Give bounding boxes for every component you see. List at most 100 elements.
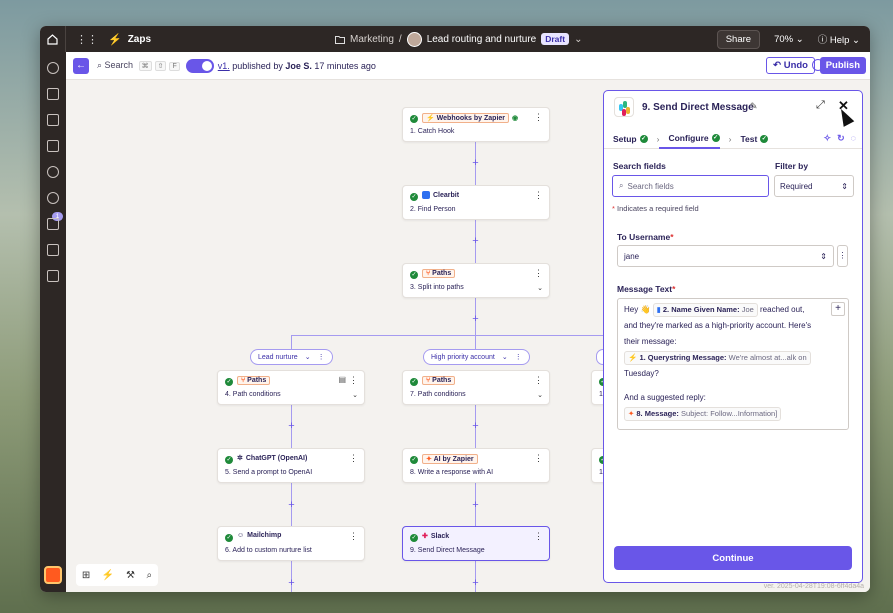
continue-button[interactable]: Continue (614, 546, 852, 570)
expand-icon[interactable]: ⤢ (816, 99, 825, 112)
add-step-plus[interactable]: + (470, 314, 481, 325)
tab-test[interactable]: Test ✓ (731, 129, 769, 149)
add-step-plus[interactable]: + (470, 578, 481, 589)
add-step-plus[interactable]: + (286, 421, 297, 432)
version-link[interactable]: v1. (218, 61, 230, 71)
search-icon[interactable]: ⌕ (147, 570, 153, 581)
message-text-editor[interactable]: + Hey 👋 ▮ 2. Name Given Name: Joe reache… (617, 298, 849, 430)
comment-icon[interactable] (47, 114, 59, 126)
canvas-search[interactable]: ⌕ Search ⌘ ⇧ F (97, 60, 180, 71)
tab-configure[interactable]: Configure ✓ (659, 129, 720, 149)
topbar-actions: Share 70% ⌄ ⓘ Help ⌄ (716, 26, 860, 52)
step-node[interactable]: ✓ ✦ AI by Zapier 8. Write a response wit… (402, 448, 550, 483)
path-label-high-priority[interactable]: High priority account ⌄ ⋮ (423, 349, 530, 365)
mapped-field-pill[interactable]: ⚡ 1. Querystring Message: We're almost a… (624, 351, 811, 365)
comment-icon[interactable]: ◌ (851, 133, 856, 144)
chevron-down-icon[interactable]: ⌄ (574, 34, 582, 45)
zoom-select[interactable]: 70% ⌄ (774, 34, 804, 45)
bug-icon[interactable] (47, 270, 59, 282)
zap-name[interactable]: Lead routing and nurture (427, 34, 537, 45)
versions-icon[interactable] (47, 244, 59, 256)
kebab-menu-icon[interactable]: ⋮ (349, 453, 358, 464)
kebab-menu-icon[interactable]: ⋮ (534, 190, 543, 201)
chevron-down-icon[interactable]: ⌄ (537, 391, 543, 399)
paths-icon: ⑂ (241, 377, 246, 384)
back-arrow-icon[interactable]: ← (73, 57, 89, 74)
check-icon: ✓ (225, 456, 233, 464)
chevron-down-icon[interactable]: ⌄ (502, 353, 508, 361)
insert-data-button[interactable]: + (831, 302, 845, 316)
history-icon[interactable] (47, 166, 59, 178)
folder-link[interactable]: Marketing (350, 34, 394, 45)
chevron-down-icon[interactable]: ⌄ (352, 391, 358, 399)
kebab-menu-icon[interactable]: ⋮ (534, 531, 543, 542)
edit-pencil-icon[interactable]: ✎ (750, 101, 758, 112)
step-app: ⚡ Webhooks by Zapier ◉ (422, 113, 518, 123)
templates-icon[interactable] (47, 62, 59, 74)
bolt-icon[interactable]: ⚡ (102, 570, 114, 581)
step-node[interactable]: ✓ ⚡ Webhooks by Zapier ◉ 1. Catch Hook ⋮ (402, 107, 550, 142)
field-options-kebab[interactable]: ⋮ (837, 245, 848, 267)
to-username-select[interactable]: jane ⇕ (617, 245, 834, 267)
settings-icon[interactable] (47, 218, 59, 230)
step-node[interactable]: ✓ ✲ ChatGPT (OpenAI) 5. Send a prompt to … (217, 448, 365, 483)
chevron-down-icon[interactable]: ⌄ (537, 284, 543, 292)
path-label-lead-nurture[interactable]: Lead nurture ⌄ ⋮ (250, 349, 333, 365)
step-node[interactable]: ✓ ⑂ Paths 7. Path conditions ⋮ ⌄ (402, 370, 550, 405)
kebab-menu-icon[interactable]: ⋮ (349, 375, 358, 386)
kebab-menu-icon[interactable]: ⋮ (534, 375, 543, 386)
step-node[interactable]: ✓ ⑂ Paths 3. Split into paths ⋮ ⌄ (402, 263, 550, 298)
kebab-menu-icon[interactable]: ⋮ (534, 268, 543, 279)
undo-button[interactable]: ↶ Undo (766, 57, 815, 74)
help-menu[interactable]: ⓘ Help ⌄ (818, 32, 860, 46)
message-text: Hey 👋 (624, 305, 651, 314)
slack-icon: ✚ (422, 533, 428, 540)
add-step-plus[interactable]: + (470, 158, 481, 169)
check-icon: ✓ (639, 134, 648, 143)
sparkle-icon[interactable]: ✧ (824, 133, 832, 144)
add-step-plus[interactable]: + (470, 236, 481, 247)
refresh-icon[interactable]: ↻ (837, 133, 845, 144)
mapped-field-pill[interactable]: ▮ 2. Name Given Name: Joe (652, 303, 758, 317)
kebab-menu-icon[interactable]: ⋮ (534, 453, 543, 464)
webhook-icon: ⚡ (426, 115, 435, 122)
published-by-text: published by (232, 60, 283, 71)
app-name[interactable]: Zaps (128, 34, 151, 45)
search-fields-input[interactable]: ⌕ Search fields (612, 175, 769, 197)
kebab-menu-icon[interactable]: ⋮ (318, 353, 325, 361)
kebab-menu-icon[interactable]: ⋮ (515, 353, 522, 361)
ai-copilot-icon[interactable] (44, 566, 62, 584)
add-step-plus[interactable]: + (286, 578, 297, 589)
add-step-plus[interactable]: + (470, 421, 481, 432)
wrench-icon[interactable]: ⚒ (126, 570, 135, 581)
app-grid-icon[interactable]: ⋮⋮ (76, 33, 98, 46)
kebab-menu-icon[interactable]: ⋮ (534, 112, 543, 123)
slack-logo-icon (614, 97, 634, 117)
note-icon[interactable]: ▤ (338, 375, 346, 384)
add-apps-icon[interactable]: ⊞ (82, 570, 90, 581)
mapped-field-pill[interactable]: ✦ 8. Message: Subject: Follow...Informat… (624, 407, 782, 421)
zap-on-toggle[interactable] (185, 58, 214, 73)
filter-select[interactable]: Required ⇕ (774, 175, 854, 197)
check-icon: ✓ (410, 378, 418, 386)
step-node[interactable]: ✓ ⑂ Paths 4. Path conditions ▤ ⋮ ⌄ (217, 370, 365, 405)
filter-by-label: Filter by (775, 161, 809, 171)
document-icon[interactable] (47, 88, 59, 100)
tab-setup[interactable]: Setup ✓ (604, 129, 648, 149)
step-app: ✲ ChatGPT (OpenAI) (237, 454, 307, 463)
kebab-menu-icon[interactable]: ⋮ (349, 531, 358, 542)
publish-button[interactable]: Publish (819, 57, 866, 74)
step-app: ⑂ Paths (422, 376, 456, 385)
add-step-plus[interactable]: + (470, 500, 481, 511)
step-node-selected[interactable]: ✓ ✚ Slack 9. Send Direct Message ⋮ (402, 526, 550, 561)
home-icon[interactable] (40, 26, 66, 52)
step-node[interactable]: ✓ Clearbit 2. Find Person ⋮ (402, 185, 550, 220)
alerts-icon[interactable] (47, 192, 59, 204)
calendar-icon[interactable] (47, 140, 59, 152)
message-text: And a suggested reply: (624, 393, 706, 402)
chevron-down-icon[interactable]: ⌄ (305, 353, 311, 361)
step-node[interactable]: ✓ ☺ Mailchimp 6. Add to custom nurture li… (217, 526, 365, 561)
ai-icon: ✦ (628, 409, 635, 418)
share-button[interactable]: Share (716, 29, 761, 49)
add-step-plus[interactable]: + (286, 500, 297, 511)
